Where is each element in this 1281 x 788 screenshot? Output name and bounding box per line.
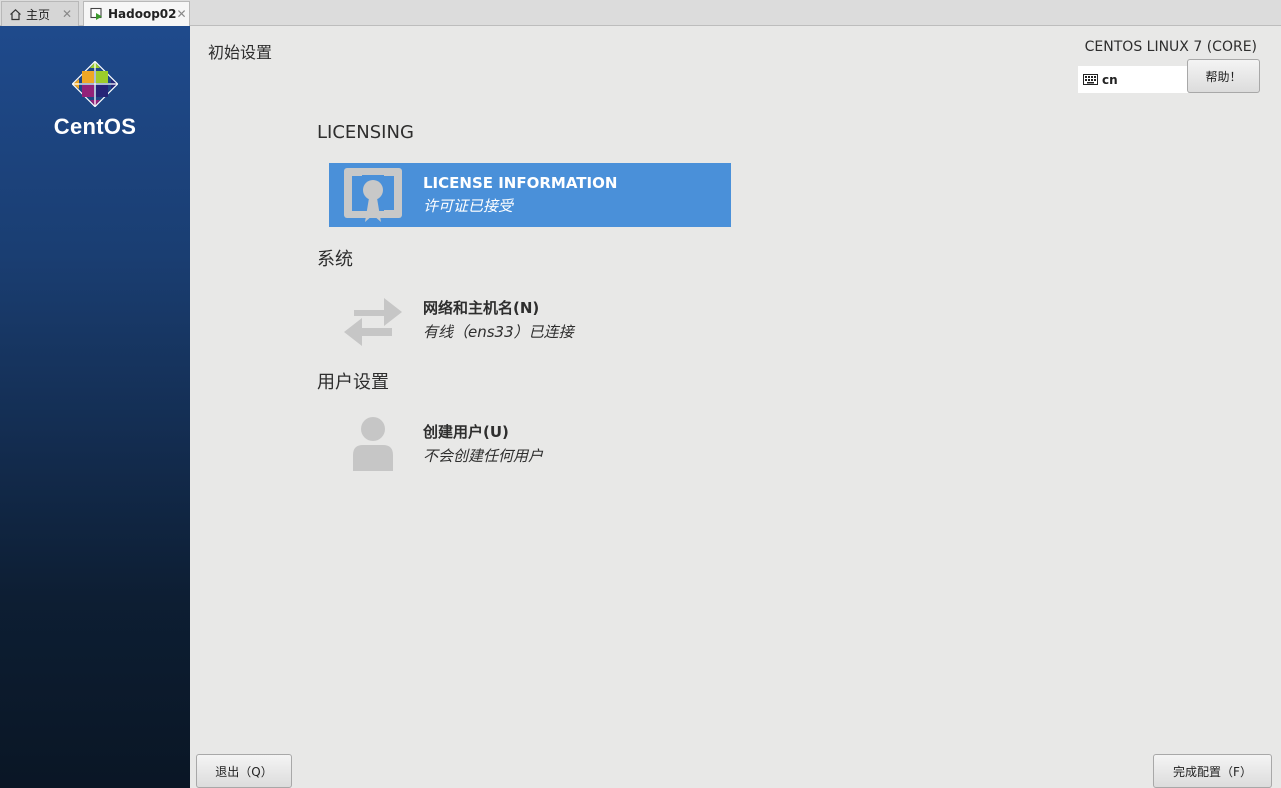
license-information-spoke[interactable]: LICENSE INFORMATION 许可证已接受 [329,163,731,227]
spoke-status: 有线（ens33）已连接 [423,322,574,341]
tab-home[interactable]: 主页 ✕ [1,1,79,26]
close-icon[interactable]: ✕ [60,7,74,21]
keyboard-layout-label: cn [1102,72,1118,87]
spoke-name: 创建用户(U) [423,422,509,441]
network-arrows-icon [329,287,417,351]
brand-name: CentOS [53,114,137,139]
spoke-status: 不会创建任何用户 [423,446,544,465]
keyboard-icon [1083,74,1098,85]
sidebar: CentOS [0,26,190,788]
section-title-system: 系统 [317,249,353,270]
section-title-user: 用户设置 [317,372,389,393]
tab-home-label: 主页 [26,7,51,22]
user-icon [329,411,417,475]
help-button[interactable]: 帮助！ [1187,59,1260,93]
tab-hadoop02-label: Hadoop02 [108,7,177,21]
spoke-status: 许可证已接受 [423,197,514,215]
tab-hadoop02[interactable]: Hadoop02 ✕ [83,1,190,26]
network-hostname-spoke[interactable]: 网络和主机名(N) 有线（ens33）已连接 [329,287,731,351]
tab-bar: 主页 ✕ Hadoop02 ✕ [0,0,1281,26]
distro-title: CENTOS LINUX 7 (CORE) [1084,39,1257,55]
main-panel: 初始设置 CENTOS LINUX 7 (CORE) cn 帮助！ LICENS… [190,26,1281,788]
keyboard-layout-indicator[interactable]: cn [1078,66,1188,93]
section-title-licensing: LICENSING [317,122,414,143]
centos-logo-icon [71,60,119,108]
close-icon[interactable]: ✕ [177,7,187,21]
create-user-spoke[interactable]: 创建用户(U) 不会创建任何用户 [329,411,731,475]
finish-configuration-button[interactable]: 完成配置（F） [1153,754,1272,788]
quit-button[interactable]: 退出（Q） [196,754,292,788]
vm-icon [90,7,104,21]
page-title: 初始设置 [208,43,273,62]
spoke-name: 网络和主机名(N) [423,298,540,317]
home-icon [8,7,22,21]
spoke-name: LICENSE INFORMATION [423,174,618,192]
license-certificate-icon [329,163,417,227]
